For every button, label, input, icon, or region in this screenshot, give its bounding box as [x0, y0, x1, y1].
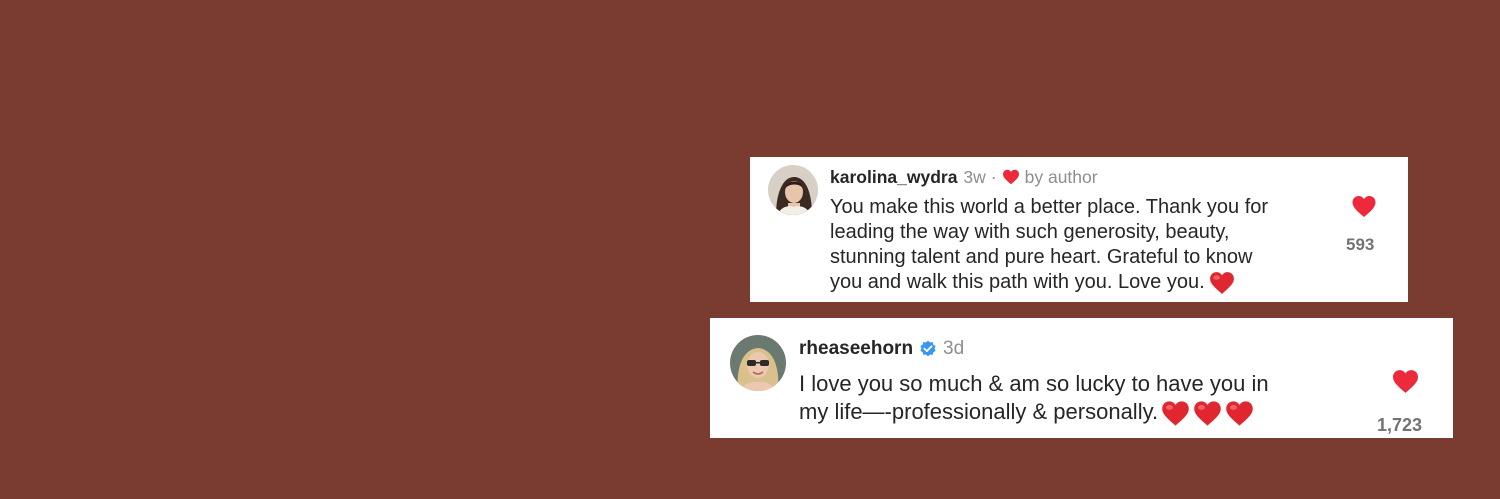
heart-icon: [1002, 169, 1020, 185]
comment-line: stunning talent and pure heart. Grateful…: [830, 246, 1253, 268]
red-heart-emoji-icon: [1209, 271, 1235, 295]
comment-line: you and walk this path with you. Love yo…: [830, 271, 1205, 293]
like-heart-icon[interactable]: [1391, 369, 1420, 394]
meta-separator: ·: [990, 166, 997, 187]
comment-line: leading the way with such generosity, be…: [830, 221, 1230, 243]
comment-line: You make this world a better place. Than…: [830, 196, 1269, 218]
avatar-photo-icon: [730, 335, 786, 391]
comment-line: I love you so much & am so lucky to have…: [799, 371, 1269, 396]
liked-by-author-label: by author: [1024, 166, 1098, 187]
avatar[interactable]: [768, 165, 818, 215]
like-heart-icon[interactable]: [1351, 195, 1377, 218]
red-heart-emoji-icon: [1161, 400, 1190, 427]
verified-badge-icon: [919, 340, 937, 358]
comment-line-last: you and walk this path with you. Love yo…: [830, 270, 1268, 295]
comment-text: I love you so much & am so lucky to have…: [799, 370, 1269, 427]
comment-time[interactable]: 3d: [943, 338, 964, 360]
comment-time[interactable]: 3w: [963, 167, 985, 188]
like-count[interactable]: 1,723: [1377, 415, 1422, 436]
comment-text: You make this world a better place. Than…: [830, 195, 1268, 295]
red-heart-emoji-icon: [1193, 400, 1222, 427]
avatar-photo-icon: [768, 165, 818, 215]
red-heart-emoji-icon: [1225, 400, 1254, 427]
comment-line-last: my life—-professionally & personally.: [799, 398, 1269, 427]
comment-meta: karolina_wydra 3w · by author: [830, 166, 1098, 188]
comment-card: rheaseehorn 3d I love you so much & am s…: [710, 318, 1453, 438]
comment-meta: rheaseehorn 3d: [799, 337, 964, 361]
username[interactable]: karolina_wydra: [830, 167, 957, 188]
avatar[interactable]: [730, 335, 786, 391]
username[interactable]: rheaseehorn: [799, 338, 913, 360]
comment-card: karolina_wydra 3w · by author You make t…: [750, 157, 1408, 302]
like-count[interactable]: 593: [1346, 235, 1374, 255]
comment-line: my life—-professionally & personally.: [799, 399, 1159, 424]
